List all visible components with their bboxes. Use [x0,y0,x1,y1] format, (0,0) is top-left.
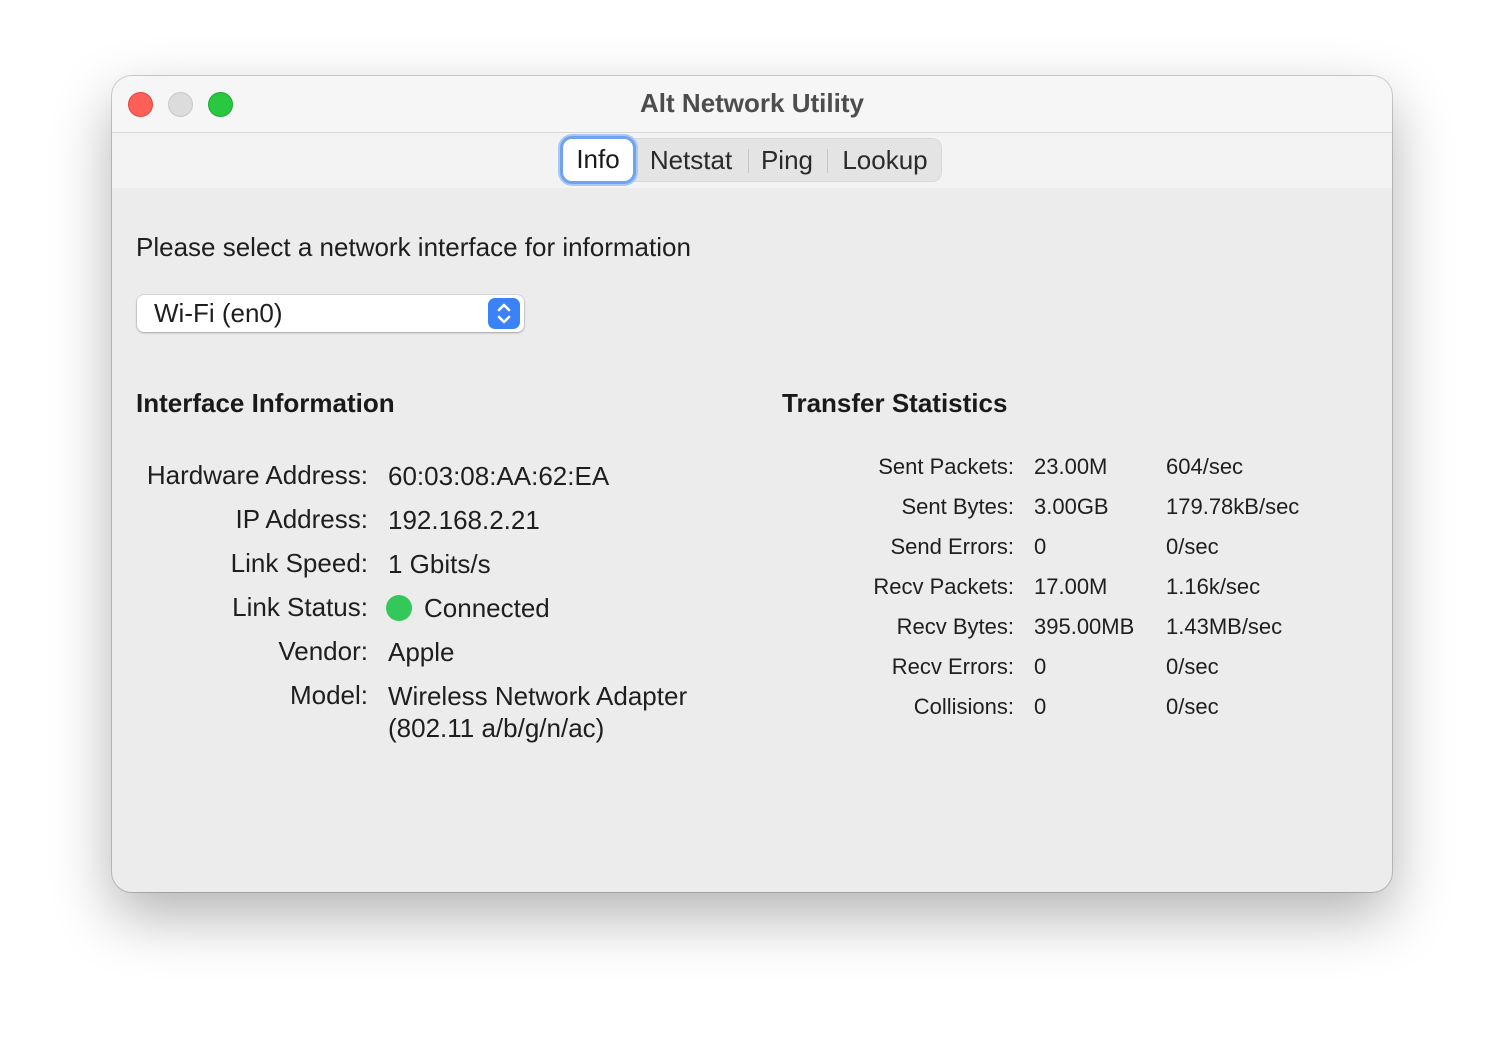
hardware-address-value: 60:03:08:AA:62:EA [388,461,610,491]
model-value-line2: (802.11 a/b/g/n/ac) [388,713,605,743]
interface-prompt: Please select a network interface for in… [136,232,691,262]
chevron-up-down-icon [488,298,520,329]
stat-rate: 179.78kB/sec [1166,494,1300,519]
stat-rate: 0/sec [1166,534,1219,559]
tab-divider [748,149,749,173]
stat-total: 0 [1034,694,1047,719]
title-bar[interactable]: Alt Network Utility [112,76,1392,133]
stat-label: Send Errors: [890,534,1015,559]
vendor-label: Vendor: [278,636,368,666]
model-value: Wireless Network Adapter (802.11 a/b/g/n… [388,680,687,744]
model-label: Model: [289,680,368,710]
stat-rate: 1.43MB/sec [1166,614,1283,639]
transfer-statistics-heading: Transfer Statistics [782,388,1008,418]
tab-netstat[interactable]: Netstat [645,139,737,181]
stat-rate: 0/sec [1166,694,1219,719]
stat-row-send-errors: Send Errors: 0 0/sec [752,534,1372,564]
status-indicator-icon [386,595,412,621]
vendor-value: Apple [388,637,455,667]
ip-address-label: IP Address: [235,504,369,534]
tab-lookup[interactable]: Lookup [837,139,933,181]
interface-information-heading: Interface Information [136,388,395,418]
stat-label: Collisions: [913,694,1014,719]
stat-row-recv-packets: Recv Packets: 17.00M 1.16k/sec [752,574,1372,604]
link-status-label: Link Status: [232,592,368,622]
stat-label: Sent Bytes: [901,494,1014,519]
stat-row-recv-bytes: Recv Bytes: 395.00MB 1.43MB/sec [752,614,1372,644]
interface-select[interactable]: Wi-Fi (en0) [137,295,524,332]
stat-label: Recv Errors: [891,654,1014,679]
stat-rate: 604/sec [1166,454,1244,479]
stat-total: 23.00M [1034,454,1108,479]
tab-divider [827,149,828,173]
stat-total: 17.00M [1034,574,1108,599]
interface-select-value: Wi-Fi (en0) [154,298,283,328]
link-status-value: Connected [386,592,550,624]
stat-total: 395.00MB [1034,614,1135,639]
stat-row-collisions: Collisions: 0 0/sec [752,694,1372,724]
stat-row-recv-errors: Recv Errors: 0 0/sec [752,654,1372,684]
stat-total: 3.00GB [1034,494,1109,519]
tab-bar: Info Netstat Ping Lookup [558,138,942,182]
hardware-address-label: Hardware Address: [146,460,368,490]
link-status-text: Connected [424,593,550,623]
stat-total: 0 [1034,654,1047,679]
stat-row-sent-bytes: Sent Bytes: 3.00GB 179.78kB/sec [752,494,1372,524]
stat-label: Recv Bytes: [896,614,1014,639]
ip-address-value: 192.168.2.21 [388,505,540,535]
link-speed-value: 1 Gbits/s [388,549,491,579]
stat-rate: 1.16k/sec [1166,574,1261,599]
stat-total: 0 [1034,534,1047,559]
model-value-line1: Wireless Network Adapter [388,681,688,711]
stat-rate: 0/sec [1166,654,1219,679]
stat-row-sent-packets: Sent Packets: 23.00M 604/sec [752,454,1372,484]
window-title: Alt Network Utility [640,88,864,118]
stat-label: Recv Packets: [873,574,1014,599]
link-speed-label: Link Speed: [230,548,368,578]
tab-ping[interactable]: Ping [759,139,815,181]
app-window: Alt Network Utility Info Netstat Ping Lo… [112,76,1392,892]
tab-info[interactable]: Info [563,139,633,181]
stat-label: Sent Packets: [878,454,1014,479]
